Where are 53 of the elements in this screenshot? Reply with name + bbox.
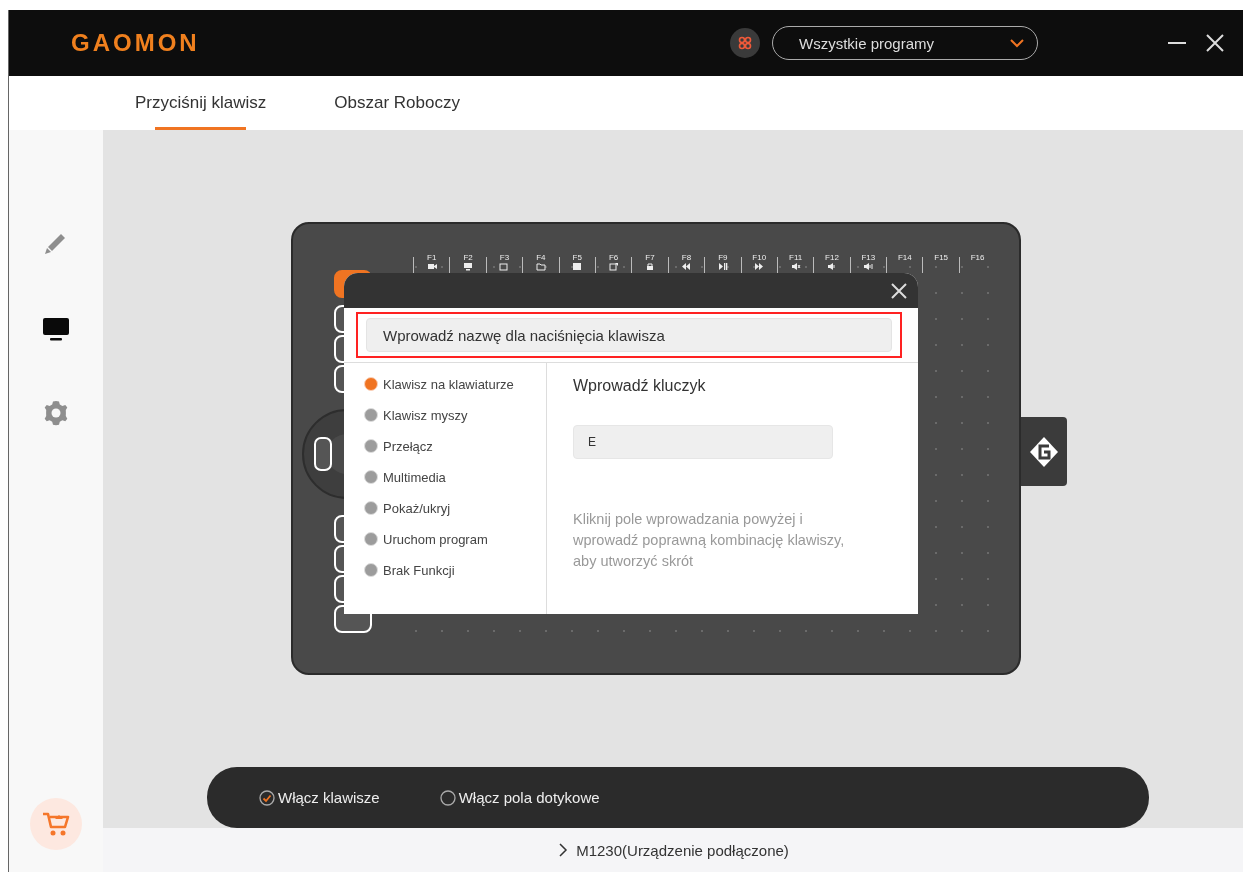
- function-option[interactable]: Uruchom program: [364, 530, 546, 548]
- logo: GAOMON: [71, 29, 200, 57]
- key-label: F11: [789, 253, 803, 262]
- key-label: F10: [752, 253, 767, 262]
- mute-icon: [790, 262, 801, 271]
- cart-icon: [42, 811, 70, 837]
- volup-icon: [863, 262, 874, 271]
- toggle-option[interactable]: Włącz pola dotykowe: [439, 789, 600, 806]
- lock-icon: [645, 262, 656, 271]
- key-label: F16: [970, 253, 985, 262]
- function-option[interactable]: Przełącz: [364, 437, 546, 455]
- key-input-field[interactable]: E: [573, 425, 833, 459]
- tab[interactable]: Obszar Roboczy: [334, 76, 460, 130]
- key-label: F2: [463, 253, 473, 262]
- key-label: F6: [608, 253, 619, 262]
- key-label: F9: [718, 253, 728, 262]
- tab[interactable]: Przyciśnij klawisz: [135, 76, 267, 130]
- hint-text: Kliknij pole wprowadzania powyżej i wprowadź poprawną kombinację klawiszy, aby utworzyć skrót: [573, 510, 846, 571]
- diamond-logo-icon: [1029, 435, 1059, 468]
- function-option[interactable]: Brak Funkcji: [364, 561, 546, 579]
- flower-icon: [738, 36, 752, 50]
- function-option[interactable]: Multimedia: [364, 468, 546, 486]
- close-button[interactable]: [1204, 32, 1226, 54]
- name-input-field[interactable]: Wprowadź nazwę dla naciśnięcia klawisza: [366, 318, 892, 352]
- function-option[interactable]: Klawisz na klawiaturze: [364, 375, 546, 393]
- key-label: F12: [825, 253, 839, 262]
- toggle-option[interactable]: Włącz klawisze: [259, 789, 380, 806]
- chevron-right-icon[interactable]: [558, 843, 569, 857]
- key-label: F8: [681, 253, 692, 262]
- chevron-down-icon: [1009, 38, 1025, 48]
- forward-icon: [754, 262, 765, 271]
- folder-icon: [535, 262, 546, 271]
- key-label: F14: [897, 253, 912, 262]
- key-label: F15: [934, 253, 949, 262]
- key-label: F1: [427, 253, 437, 262]
- video-icon: [426, 262, 437, 271]
- key-label: F7: [645, 253, 655, 262]
- cart-button[interactable]: [30, 798, 82, 850]
- monitor-icon: [463, 262, 474, 271]
- key-label: F5: [572, 253, 582, 262]
- rewind-icon: [681, 262, 692, 271]
- close-button[interactable]: [890, 281, 908, 300]
- playpause-icon: [717, 262, 728, 271]
- key-label: F3: [499, 253, 510, 262]
- key-label: F4: [536, 253, 546, 262]
- key-label: F13: [861, 253, 876, 262]
- voldown-icon: [827, 262, 837, 271]
- section-heading: Wprowadź kluczyk: [573, 377, 706, 395]
- device-status: M1230(Urządzenie podłączone): [576, 841, 789, 859]
- function-option[interactable]: Pokaż/ukryj: [364, 499, 546, 517]
- apps-button[interactable]: [730, 28, 760, 58]
- minimize-icon: [1168, 42, 1186, 44]
- function-option[interactable]: Klawisz myszy: [364, 406, 546, 424]
